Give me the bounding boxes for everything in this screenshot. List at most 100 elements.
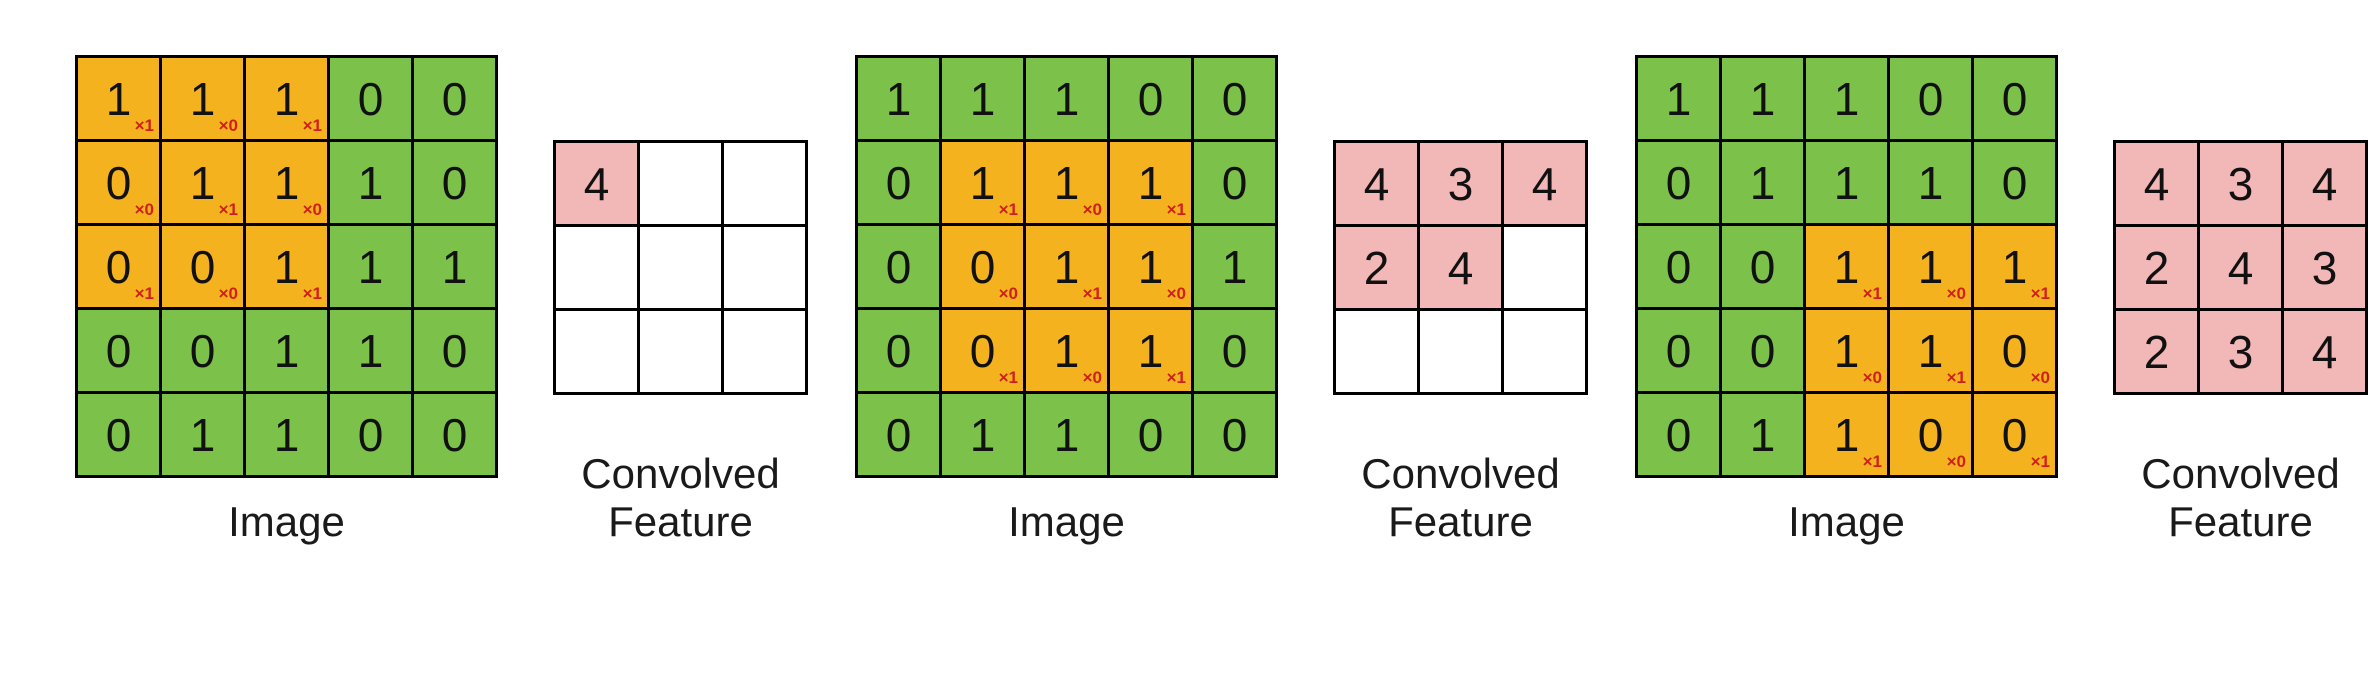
- image-cell-value: 1: [1750, 409, 1776, 461]
- image-cell-value: 0: [1666, 409, 1692, 461]
- image-cell-value: 1: [274, 73, 300, 125]
- image-cell-value: 1: [274, 157, 300, 209]
- input-image-grid: 1110001110110000111010011011001100: [855, 55, 1278, 478]
- convolved-feature-block: 434243234Convolved Feature: [2113, 140, 2368, 547]
- image-cell-value: 0: [1222, 73, 1248, 125]
- image-cell-value: 1: [358, 241, 384, 293]
- image-cell: 0: [1193, 309, 1277, 393]
- image-cell-highlighted: 11: [1109, 141, 1193, 225]
- image-cell-value: 1: [106, 73, 132, 125]
- image-cell-value: 0: [1222, 409, 1248, 461]
- image-cell-value: 1: [1054, 409, 1080, 461]
- image-cell-highlighted: 00: [77, 141, 161, 225]
- image-cell-highlighted: 10: [1025, 141, 1109, 225]
- output-cell-empty: [555, 310, 639, 394]
- kernel-weight-subscript: 0: [1947, 284, 1966, 304]
- image-block: 1110001110110000111010011011001100Image: [855, 55, 1278, 546]
- image-cell-value: 0: [190, 241, 216, 293]
- output-cell-filled: 4: [555, 142, 639, 226]
- output-cell-filled: 2: [2115, 310, 2199, 394]
- image-cell-highlighted: 11: [245, 225, 329, 309]
- image-cell-highlighted: 11: [1109, 309, 1193, 393]
- image-cell-value: 0: [358, 73, 384, 125]
- caption-image: Image: [1008, 498, 1125, 546]
- output-cell-filled: 3: [2199, 142, 2283, 226]
- image-cell: 0: [1721, 309, 1805, 393]
- image-cell-value: 0: [1138, 73, 1164, 125]
- image-cell-value: 1: [274, 241, 300, 293]
- kernel-weight-subscript: 1: [135, 116, 154, 136]
- image-cell-value: 0: [106, 241, 132, 293]
- image-cell-value: 1: [886, 73, 912, 125]
- output-cell-value: 4: [2228, 242, 2254, 294]
- image-cell-highlighted: 10: [1025, 309, 1109, 393]
- output-cell-value: 2: [2144, 326, 2170, 378]
- image-cell-value: 1: [1834, 241, 1860, 293]
- image-cell-value: 0: [442, 157, 468, 209]
- kernel-weight-subscript: 1: [999, 200, 1018, 220]
- output-cell-empty: [555, 226, 639, 310]
- image-cell: 1: [329, 141, 413, 225]
- image-cell: 1: [1721, 57, 1805, 141]
- image-cell-highlighted: 00: [1889, 393, 1973, 477]
- image-cell: 0: [1193, 393, 1277, 477]
- image-cell: 0: [1973, 141, 2057, 225]
- image-cell-value: 0: [886, 325, 912, 377]
- image-cell: 1: [941, 57, 1025, 141]
- kernel-weight-subscript: 1: [1863, 452, 1882, 472]
- kernel-weight-subscript: 0: [303, 200, 322, 220]
- image-cell: 0: [77, 309, 161, 393]
- image-cell: 0: [857, 225, 941, 309]
- image-cell-highlighted: 00: [161, 225, 245, 309]
- image-cell-value: 0: [442, 73, 468, 125]
- image-cell-value: 0: [358, 409, 384, 461]
- kernel-weight-subscript: 0: [219, 284, 238, 304]
- kernel-weight-subscript: 0: [1083, 368, 1102, 388]
- image-cell-value: 1: [970, 73, 996, 125]
- image-cell: 1: [161, 393, 245, 477]
- image-cell-highlighted: 11: [245, 57, 329, 141]
- image-cell: 0: [1889, 57, 1973, 141]
- output-cell-filled: 4: [2115, 142, 2199, 226]
- image-cell: 0: [413, 393, 497, 477]
- image-cell-highlighted: 01: [77, 225, 161, 309]
- image-cell-value: 0: [2002, 409, 2028, 461]
- image-cell-highlighted: 10: [1889, 225, 1973, 309]
- image-cell-highlighted: 10: [245, 141, 329, 225]
- output-cell-value: 2: [1364, 242, 1390, 294]
- kernel-weight-subscript: 0: [1083, 200, 1102, 220]
- output-cell-value: 4: [1532, 158, 1558, 210]
- output-cell-empty: [639, 226, 723, 310]
- output-cell-filled: 3: [2199, 310, 2283, 394]
- image-cell: 0: [1109, 57, 1193, 141]
- output-cell-value: 4: [2144, 158, 2170, 210]
- image-cell-value: 1: [190, 73, 216, 125]
- kernel-weight-subscript: 1: [2031, 452, 2050, 472]
- convolved-feature-grid: 43424: [1333, 140, 1588, 395]
- image-cell-value: 1: [1138, 157, 1164, 209]
- image-cell-value: 1: [1918, 325, 1944, 377]
- image-cell: 0: [161, 309, 245, 393]
- image-cell-value: 1: [1834, 325, 1860, 377]
- image-cell: 0: [329, 393, 413, 477]
- image-cell: 1: [1721, 141, 1805, 225]
- image-cell-value: 1: [1834, 73, 1860, 125]
- diagram-canvas: 1110110000111010010011110011001100Image4…: [0, 0, 2368, 696]
- convolution-step-panel: 1110001110110000111010011011001100Image4…: [855, 55, 1588, 547]
- kernel-weight-subscript: 1: [1167, 368, 1186, 388]
- caption-convolved-feature: Convolved Feature: [581, 450, 779, 547]
- image-cell: 0: [77, 393, 161, 477]
- caption-convolved-feature: Convolved Feature: [1361, 450, 1559, 547]
- image-cell-value: 0: [970, 325, 996, 377]
- kernel-weight-subscript: 0: [1167, 284, 1186, 304]
- image-cell-highlighted: 01: [941, 309, 1025, 393]
- image-cell: 1: [1025, 393, 1109, 477]
- caption-image: Image: [1788, 498, 1905, 546]
- image-cell-value: 0: [2002, 325, 2028, 377]
- output-cell-value: 3: [2312, 242, 2338, 294]
- convolved-feature-grid: 4: [553, 140, 808, 395]
- image-cell-value: 0: [190, 325, 216, 377]
- image-cell-value: 0: [106, 325, 132, 377]
- image-cell-value: 1: [1138, 241, 1164, 293]
- kernel-weight-subscript: 1: [999, 368, 1018, 388]
